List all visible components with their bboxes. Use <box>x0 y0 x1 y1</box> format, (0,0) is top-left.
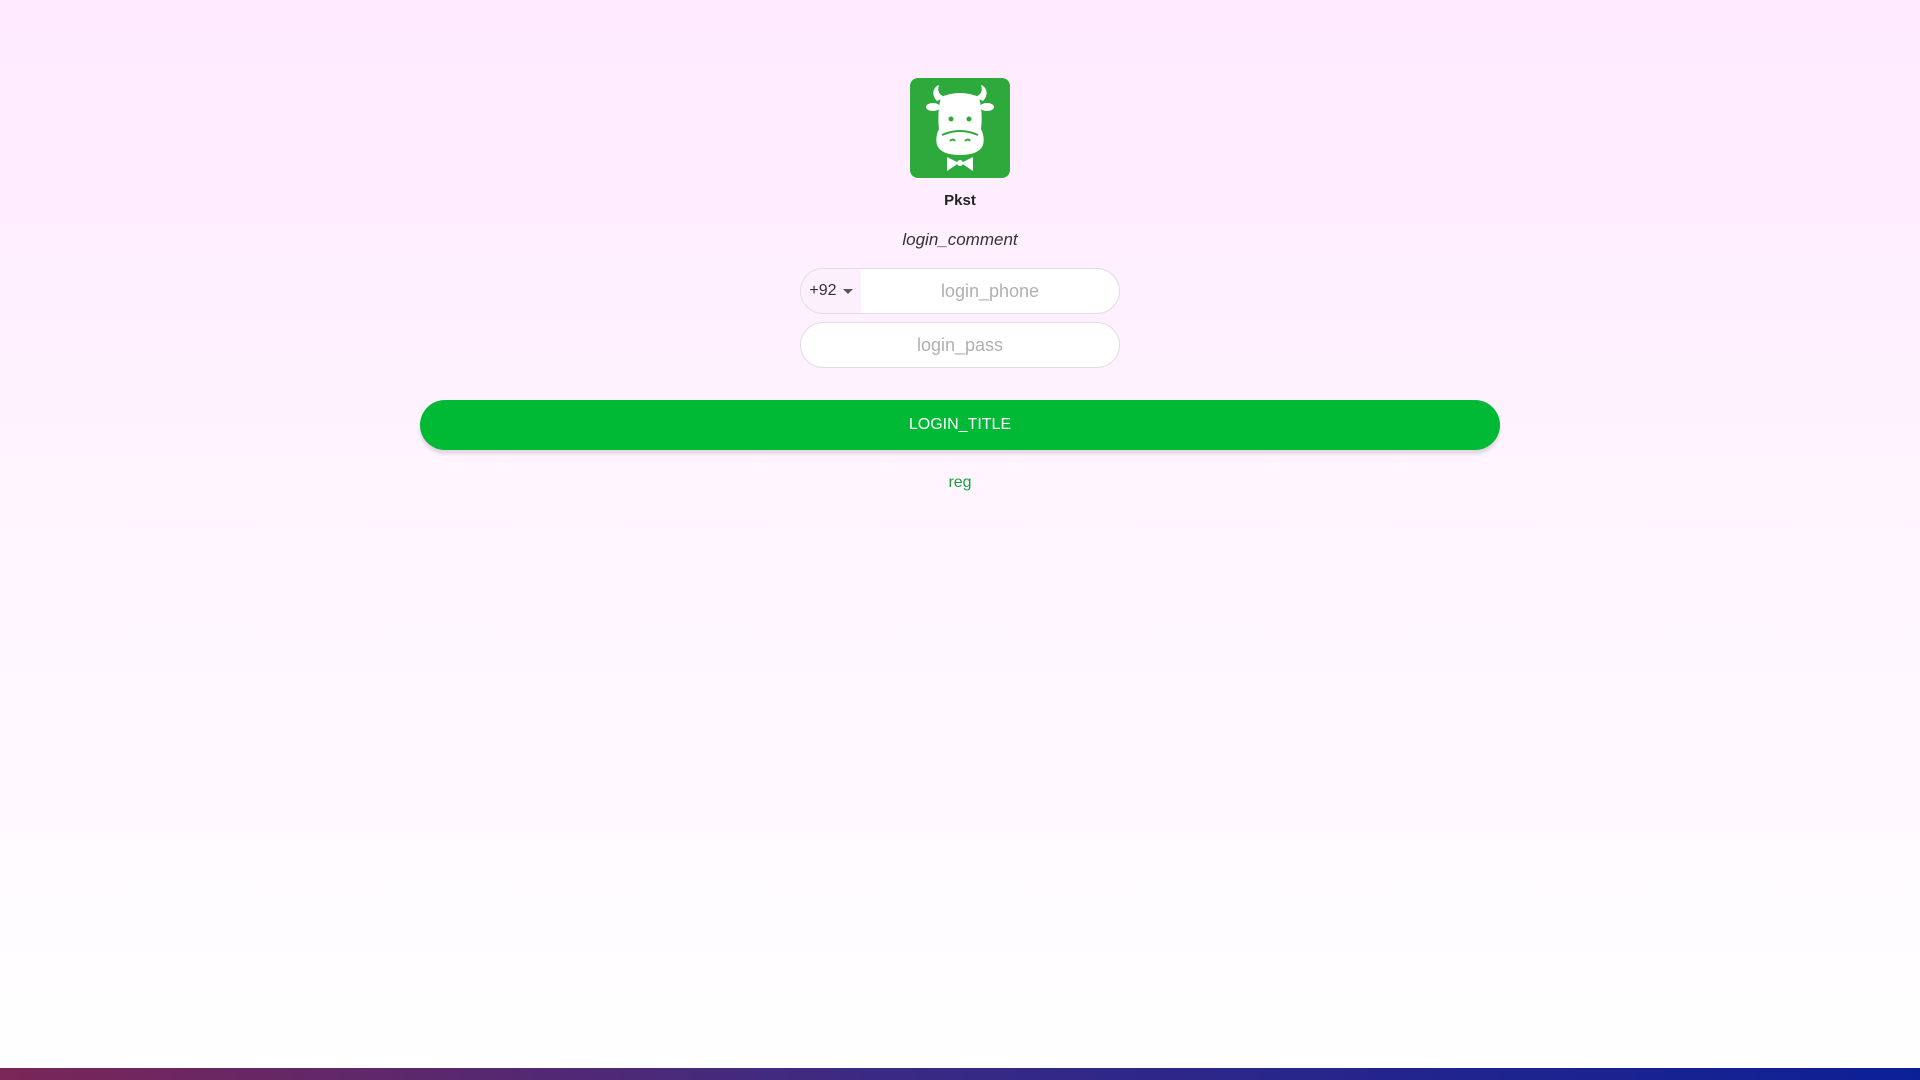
password-input[interactable] <box>801 323 1119 367</box>
cow-logo-icon <box>926 85 994 171</box>
country-code-select[interactable]: +92 <box>801 269 861 313</box>
phone-field: +92 <box>800 268 1120 314</box>
chevron-down-icon <box>842 288 853 294</box>
login-container: Pkst login_comment +92 LOGIN_TITLE reg <box>0 0 1920 492</box>
login-button[interactable]: LOGIN_TITLE <box>420 400 1500 450</box>
phone-input[interactable] <box>861 269 1119 313</box>
country-code-label: +92 <box>809 282 837 299</box>
app-logo <box>910 78 1010 178</box>
app-name: Pkst <box>944 192 976 209</box>
password-field <box>800 322 1120 368</box>
register-link[interactable]: reg <box>948 474 971 492</box>
bottom-gradient-bar <box>0 1068 1920 1080</box>
login-comment: login_comment <box>902 230 1018 249</box>
